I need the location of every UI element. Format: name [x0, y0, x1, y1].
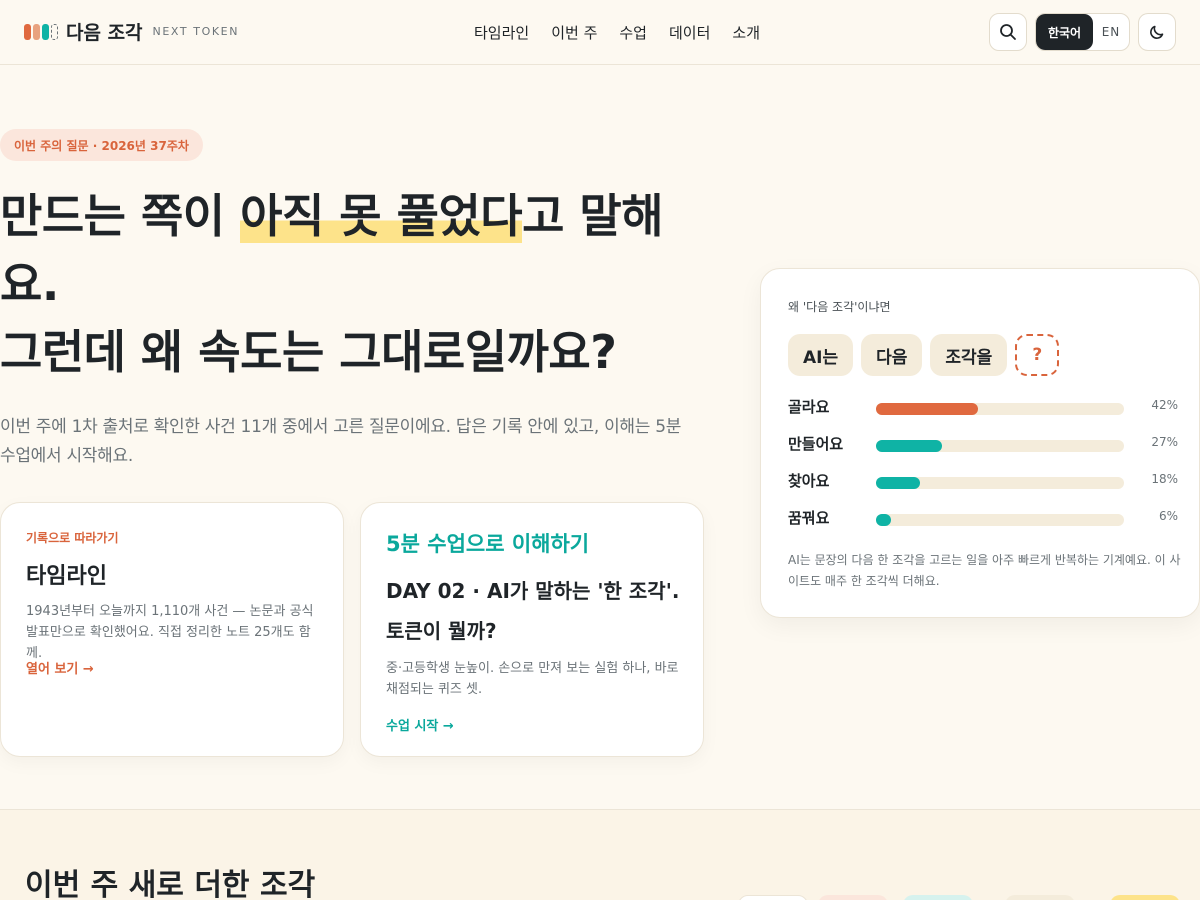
bar-track: [876, 440, 1124, 452]
timeline-card[interactable]: 기록으로 따라가기 타임라인 1943년부터 오늘까지 1,110개 사건 — …: [0, 502, 344, 757]
lesson-card-desc: 중·고등학생 눈높이. 손으로 만져 보는 실험 하나, 바로 채점되는 퀴즈 …: [386, 661, 679, 697]
bar-label: 찾아요: [788, 472, 830, 490]
headline-line2: 그런데 왜 속도는 그대로일까요?: [0, 325, 617, 379]
bar-fill: [876, 514, 891, 526]
probability-row: 찾아요 18%: [788, 470, 1178, 494]
site-logo[interactable]: 다음 조각 NEXT TOKEN: [24, 18, 239, 45]
probability-row: 골라요 42%: [788, 396, 1178, 420]
filter-chip[interactable]: [1110, 895, 1180, 900]
nav-lessons[interactable]: 수업: [619, 22, 647, 43]
filter-chip[interactable]: [738, 895, 808, 900]
logo-mark-icon: [24, 23, 58, 40]
site-header: 다음 조각 NEXT TOKEN 타임라인 이번 주 수업 데이터 소개 한국어…: [0, 0, 1200, 65]
bar-percent: 27%: [1151, 435, 1178, 449]
bar-fill: [876, 440, 942, 452]
lesson-card[interactable]: 5분 수업으로 이해하기 DAY 02 · AI가 말하는 '한 조각'. 토큰…: [360, 502, 704, 757]
bar-track: [876, 403, 1124, 415]
bar-fill: [876, 403, 978, 415]
nav-data[interactable]: 데이터: [669, 22, 710, 43]
token-row: AI는 다음 조각을 ?: [788, 334, 1060, 376]
bar-fill: [876, 477, 920, 489]
token-chip: 다음: [861, 334, 923, 376]
token-chip-unknown: ?: [1015, 334, 1060, 376]
logo-title: 다음 조각: [66, 22, 143, 44]
weekly-question-badge: 이번 주의 질문 · 2026년 37주차: [0, 129, 203, 161]
next-token-panel: 왜 '다음 조각'이냐면 AI는 다음 조각을 ? 골라요 42% 만들어요 2…: [760, 268, 1200, 618]
bar-percent: 6%: [1158, 509, 1178, 523]
search-icon: [1000, 24, 1016, 40]
headline-part1: 만드는 쪽이: [0, 189, 241, 243]
logo-subtitle: NEXT TOKEN: [152, 25, 240, 38]
probability-row: 만들어요 27%: [788, 433, 1178, 457]
hero-lead: 이번 주에 1차 출처로 확인한 사건 11개 중에서 고른 질문이에요. 답은…: [0, 417, 682, 466]
section-title: 이번 주 새로 더한 조각: [25, 868, 316, 900]
main-nav: 타임라인 이번 주 수업 데이터 소개: [474, 22, 760, 43]
timeline-card-eyebrow: 기록으로 따라가기: [26, 531, 119, 545]
moon-icon: [1150, 25, 1164, 39]
nav-this-week[interactable]: 이번 주: [551, 22, 597, 43]
timeline-open-link[interactable]: 열어 보기 →: [26, 658, 94, 677]
filter-chip[interactable]: [903, 895, 973, 900]
hero-headline: 만드는 쪽이 아직 못 풀었다고 말해요. 그런데 왜 속도는 그대로일까요?: [0, 182, 720, 386]
filter-chip[interactable]: [818, 895, 888, 900]
bar-label: 만들어요: [788, 435, 844, 453]
probability-row: 꿈꿔요 6%: [788, 507, 1178, 531]
theme-toggle-button[interactable]: [1138, 13, 1176, 51]
lesson-card-title: DAY 02 · AI가 말하는 '한 조각'. 토큰이 뭘까?: [386, 579, 680, 643]
search-button[interactable]: [989, 13, 1027, 51]
timeline-card-desc: 1943년부터 오늘까지 1,110개 사건 — 논문과 공식 발표만으로 확인…: [26, 604, 314, 661]
headline-highlight: 아직 못 풀었다: [240, 189, 523, 243]
panel-note: AI는 문장의 다음 한 조각을 고르는 일을 아주 빠르게 반복하는 기계예요…: [788, 553, 1181, 588]
nav-about[interactable]: 소개: [732, 22, 760, 43]
filter-chip[interactable]: [1005, 895, 1075, 900]
lang-korean-button[interactable]: 한국어: [1036, 14, 1093, 50]
bar-percent: 18%: [1151, 472, 1178, 486]
lang-english-button[interactable]: EN: [1093, 14, 1129, 50]
token-chip: 조각을: [930, 334, 1008, 376]
panel-title: 왜 '다음 조각'이냐면: [788, 300, 891, 314]
language-switch: 한국어 EN: [1035, 13, 1130, 51]
bar-track: [876, 514, 1124, 526]
timeline-card-title: 타임라인: [26, 564, 107, 589]
lesson-card-eyebrow: 5분 수업으로 이해하기: [386, 532, 590, 556]
nav-timeline[interactable]: 타임라인: [474, 22, 529, 43]
bar-label: 골라요: [788, 398, 830, 416]
bar-label: 꿈꿔요: [788, 509, 830, 527]
lesson-start-link[interactable]: 수업 시작 →: [386, 715, 454, 734]
bar-percent: 42%: [1151, 398, 1178, 412]
bar-track: [876, 477, 1124, 489]
token-chip: AI는: [788, 334, 854, 376]
